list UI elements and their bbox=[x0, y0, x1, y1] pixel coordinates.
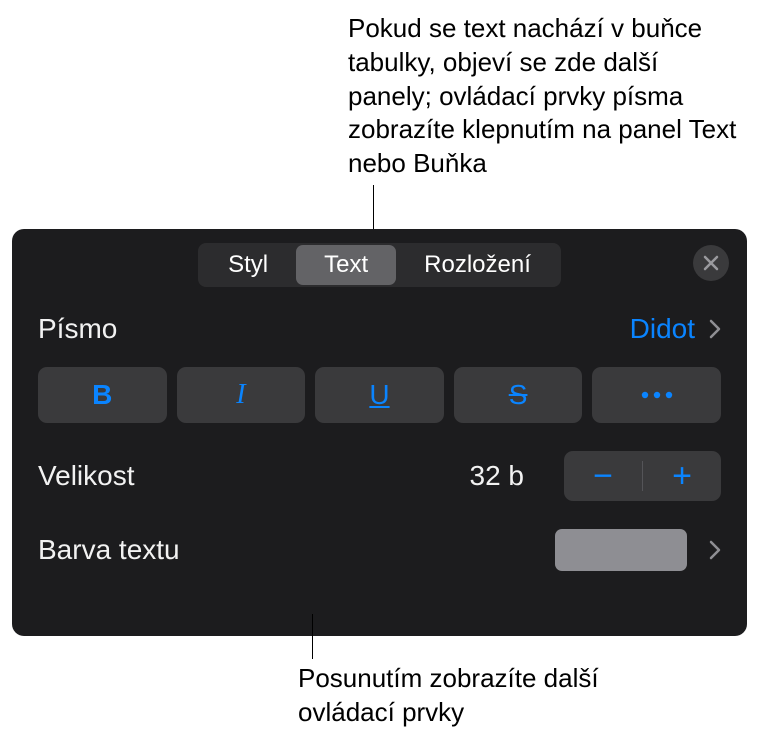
size-stepper: − + bbox=[564, 451, 721, 501]
callout-leader-line-bottom bbox=[312, 614, 313, 659]
callout-bottom-text: Posunutím zobrazíte další ovládací prvky bbox=[298, 662, 638, 730]
font-label: Písmo bbox=[38, 313, 117, 345]
tab-layout[interactable]: Rozložení bbox=[396, 245, 559, 285]
size-value: 32 b bbox=[470, 460, 525, 492]
chevron-right-icon bbox=[709, 319, 721, 339]
callout-top-text: Pokud se text nachází v buňce tabulky, o… bbox=[348, 12, 743, 181]
strike-glyph: S bbox=[509, 379, 528, 411]
bold-glyph: B bbox=[92, 379, 112, 411]
font-name: Didot bbox=[630, 313, 695, 345]
underline-button[interactable]: U bbox=[315, 367, 444, 423]
text-color-label: Barva textu bbox=[38, 534, 180, 566]
font-row[interactable]: Písmo Didot bbox=[12, 297, 747, 361]
chevron-right-icon bbox=[709, 540, 721, 560]
size-label: Velikost bbox=[38, 460, 135, 492]
format-panel: Styl Text Rozložení Písmo Didot B I U S bbox=[12, 229, 747, 636]
bold-button[interactable]: B bbox=[38, 367, 167, 423]
size-increase-button[interactable]: + bbox=[643, 451, 721, 501]
strikethrough-button[interactable]: S bbox=[454, 367, 583, 423]
close-button[interactable] bbox=[693, 245, 729, 281]
italic-glyph: I bbox=[236, 379, 245, 411]
more-options-button[interactable] bbox=[592, 367, 721, 423]
tab-style[interactable]: Styl bbox=[200, 245, 296, 285]
underline-glyph: U bbox=[369, 379, 389, 411]
segmented-control: Styl Text Rozložení bbox=[198, 243, 561, 287]
text-color-controls bbox=[555, 529, 721, 571]
size-decrease-button[interactable]: − bbox=[564, 451, 642, 501]
size-controls: 32 b − + bbox=[470, 451, 722, 501]
tab-text[interactable]: Text bbox=[296, 245, 396, 285]
size-row: Velikost 32 b − + bbox=[12, 439, 747, 513]
italic-button[interactable]: I bbox=[177, 367, 306, 423]
font-value-group: Didot bbox=[630, 313, 721, 345]
text-color-row[interactable]: Barva textu bbox=[12, 513, 747, 587]
tab-bar: Styl Text Rozložení bbox=[12, 229, 747, 297]
ellipsis-icon bbox=[641, 391, 673, 399]
text-style-buttons: B I U S bbox=[12, 361, 747, 439]
color-swatch[interactable] bbox=[555, 529, 687, 571]
callout-leader-line-top bbox=[373, 185, 374, 231]
close-icon bbox=[703, 255, 719, 271]
